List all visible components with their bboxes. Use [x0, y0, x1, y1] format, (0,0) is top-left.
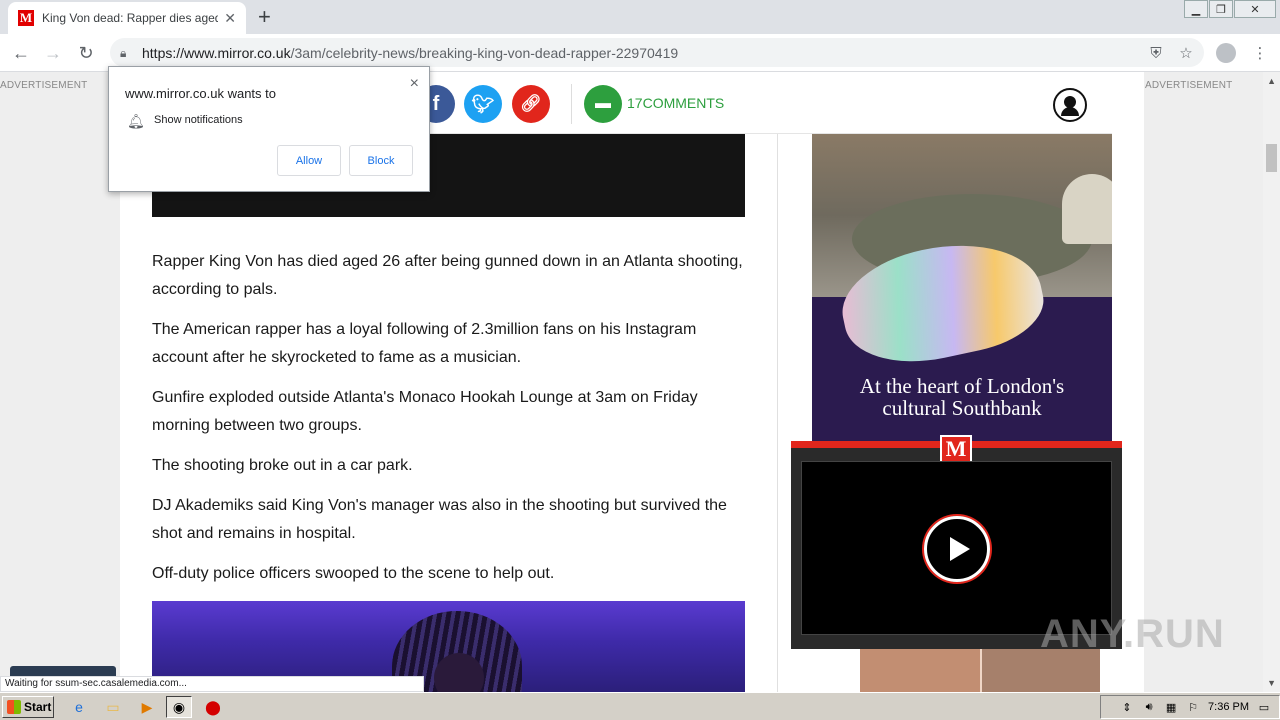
comments-link[interactable]: 17COMMENTS — [627, 95, 724, 111]
start-label: Start — [24, 700, 52, 714]
scroll-down-icon[interactable]: ▼ — [1267, 678, 1276, 688]
comments-label: COMMENTS — [642, 95, 725, 111]
video-screen[interactable] — [801, 461, 1112, 635]
comments-count: 17 — [627, 95, 643, 111]
comment-icon[interactable]: ▬ — [584, 85, 622, 123]
tab-strip: M King Von dead: Rapper dies aged 26 ✕ +… — [0, 0, 1280, 34]
article-paragraph: Off-duty police officers swooped to the … — [152, 565, 555, 582]
start-button[interactable]: Start — [2, 696, 54, 718]
scroll-up-icon[interactable]: ▲ — [1267, 76, 1276, 86]
tab-title: King Von dead: Rapper dies aged 26 — [42, 11, 219, 25]
status-bubble-tab — [10, 666, 116, 676]
twitter-icon[interactable]: 🐦︎ — [464, 85, 502, 123]
user-icon[interactable] — [1053, 88, 1087, 122]
column-divider — [777, 134, 778, 692]
article-paragraph: Rapper King Von has died aged 26 after b… — [152, 253, 743, 298]
article-paragraph: Gunfire exploded outside Atlanta's Monac… — [152, 389, 698, 434]
arrows-icon[interactable]: ⇕ — [1120, 700, 1134, 714]
block-button[interactable]: Block — [349, 145, 413, 176]
volume-icon[interactable]: 🔊︎ — [1142, 700, 1156, 714]
article-paragraph: The American rapper has a loyal followin… — [152, 321, 697, 366]
star-icon[interactable]: ☆ — [1176, 43, 1196, 63]
thumbnail[interactable] — [860, 649, 980, 692]
new-tab-button[interactable]: + — [258, 6, 271, 28]
link-icon[interactable]: 🔗︎ — [512, 85, 550, 123]
back-icon[interactable]: ← — [9, 41, 33, 65]
southbank-ad[interactable]: At the heart of London's cultural Southb… — [812, 227, 1112, 447]
internet-explorer-icon[interactable]: e — [66, 696, 92, 718]
url-host: https://www.mirror.co.uk — [142, 44, 291, 61]
notification-permission-dialog: www.mirror.co.uk wants to × 🔔︎ Show noti… — [108, 66, 430, 192]
page-scrollbar[interactable]: ▲ ▼ — [1263, 72, 1280, 692]
taskbar: Start e ▭ ▶ ◉ ⬤ ⇕ 🔊︎ ▦ ⚐ 7:36 PM ▭ — [0, 692, 1280, 720]
ad-text-line2: cultural Southbank — [882, 396, 1042, 420]
forward-icon[interactable]: → — [41, 41, 65, 65]
shield-icon[interactable]: ⛨ — [1146, 43, 1166, 63]
url-text[interactable]: https://www.mirror.co.uk/3am/celebrity-n… — [142, 45, 678, 61]
clock[interactable]: 7:36 PM — [1208, 701, 1249, 713]
chrome-icon[interactable]: ◉ — [166, 696, 192, 718]
windows-logo-icon — [7, 700, 21, 714]
scroll-thumb[interactable] — [1266, 144, 1277, 172]
media-player-icon[interactable]: ▶ — [134, 696, 160, 718]
security-app-icon[interactable]: ⬤ — [200, 696, 226, 718]
watermark: ANY.RUN — [1040, 612, 1225, 656]
minimize-button[interactable]: ▁ — [1184, 0, 1208, 18]
advertisement-label-left: ADVERTISEMENT — [0, 80, 88, 91]
status-bar: Waiting for ssum-sec.casalemedia.com... — [0, 676, 424, 692]
dialog-title: www.mirror.co.uk wants to — [125, 86, 276, 101]
ad-text-line1: At the heart of London's — [859, 374, 1065, 398]
advertisement-label-right: ADVERTISEMENT — [1145, 80, 1233, 91]
url-path: /3am/celebrity-news/breaking-king-von-de… — [290, 44, 679, 61]
article-body: Rapper King Von has died aged 26 after b… — [152, 248, 752, 600]
folder-icon[interactable]: ▭ — [100, 696, 126, 718]
tab-close-icon[interactable]: ✕ — [224, 10, 236, 27]
network-icon[interactable]: ▦ — [1164, 700, 1178, 714]
browser-tab[interactable]: M King Von dead: Rapper dies aged 26 ✕ — [8, 2, 246, 34]
mirror-logo-icon: M — [940, 435, 972, 463]
notification-request: Show notifications — [154, 114, 243, 126]
reload-icon[interactable]: ↻ — [74, 41, 98, 65]
play-icon[interactable] — [924, 516, 990, 582]
allow-button[interactable]: Allow — [277, 145, 341, 176]
restore-button[interactable]: ❐ — [1209, 0, 1233, 18]
system-tray: ⇕ 🔊︎ ▦ ⚐ 7:36 PM ▭ — [1100, 695, 1280, 719]
ad-text: At the heart of London's cultural Southb… — [812, 375, 1112, 419]
mirror-favicon-icon: M — [18, 10, 34, 26]
menu-icon[interactable]: ⋮ — [1250, 43, 1270, 63]
share-divider — [571, 84, 572, 124]
address-bar[interactable]: 🔒︎ https://www.mirror.co.uk/3am/celebrit… — [110, 38, 1204, 67]
article-paragraph: DJ Akademiks said King Von's manager was… — [152, 497, 727, 542]
lock-icon[interactable]: 🔒︎ — [120, 46, 134, 60]
article-paragraph: The shooting broke out in a car park. — [152, 457, 413, 474]
bell-icon: 🔔︎ — [127, 113, 145, 129]
profile-icon[interactable] — [1216, 43, 1236, 63]
show-desktop-icon[interactable]: ▭ — [1257, 700, 1271, 714]
flag-icon[interactable]: ⚐ — [1186, 700, 1200, 714]
window-close-button[interactable]: ✕ — [1234, 0, 1276, 18]
dialog-close-icon[interactable]: × — [410, 75, 419, 93]
